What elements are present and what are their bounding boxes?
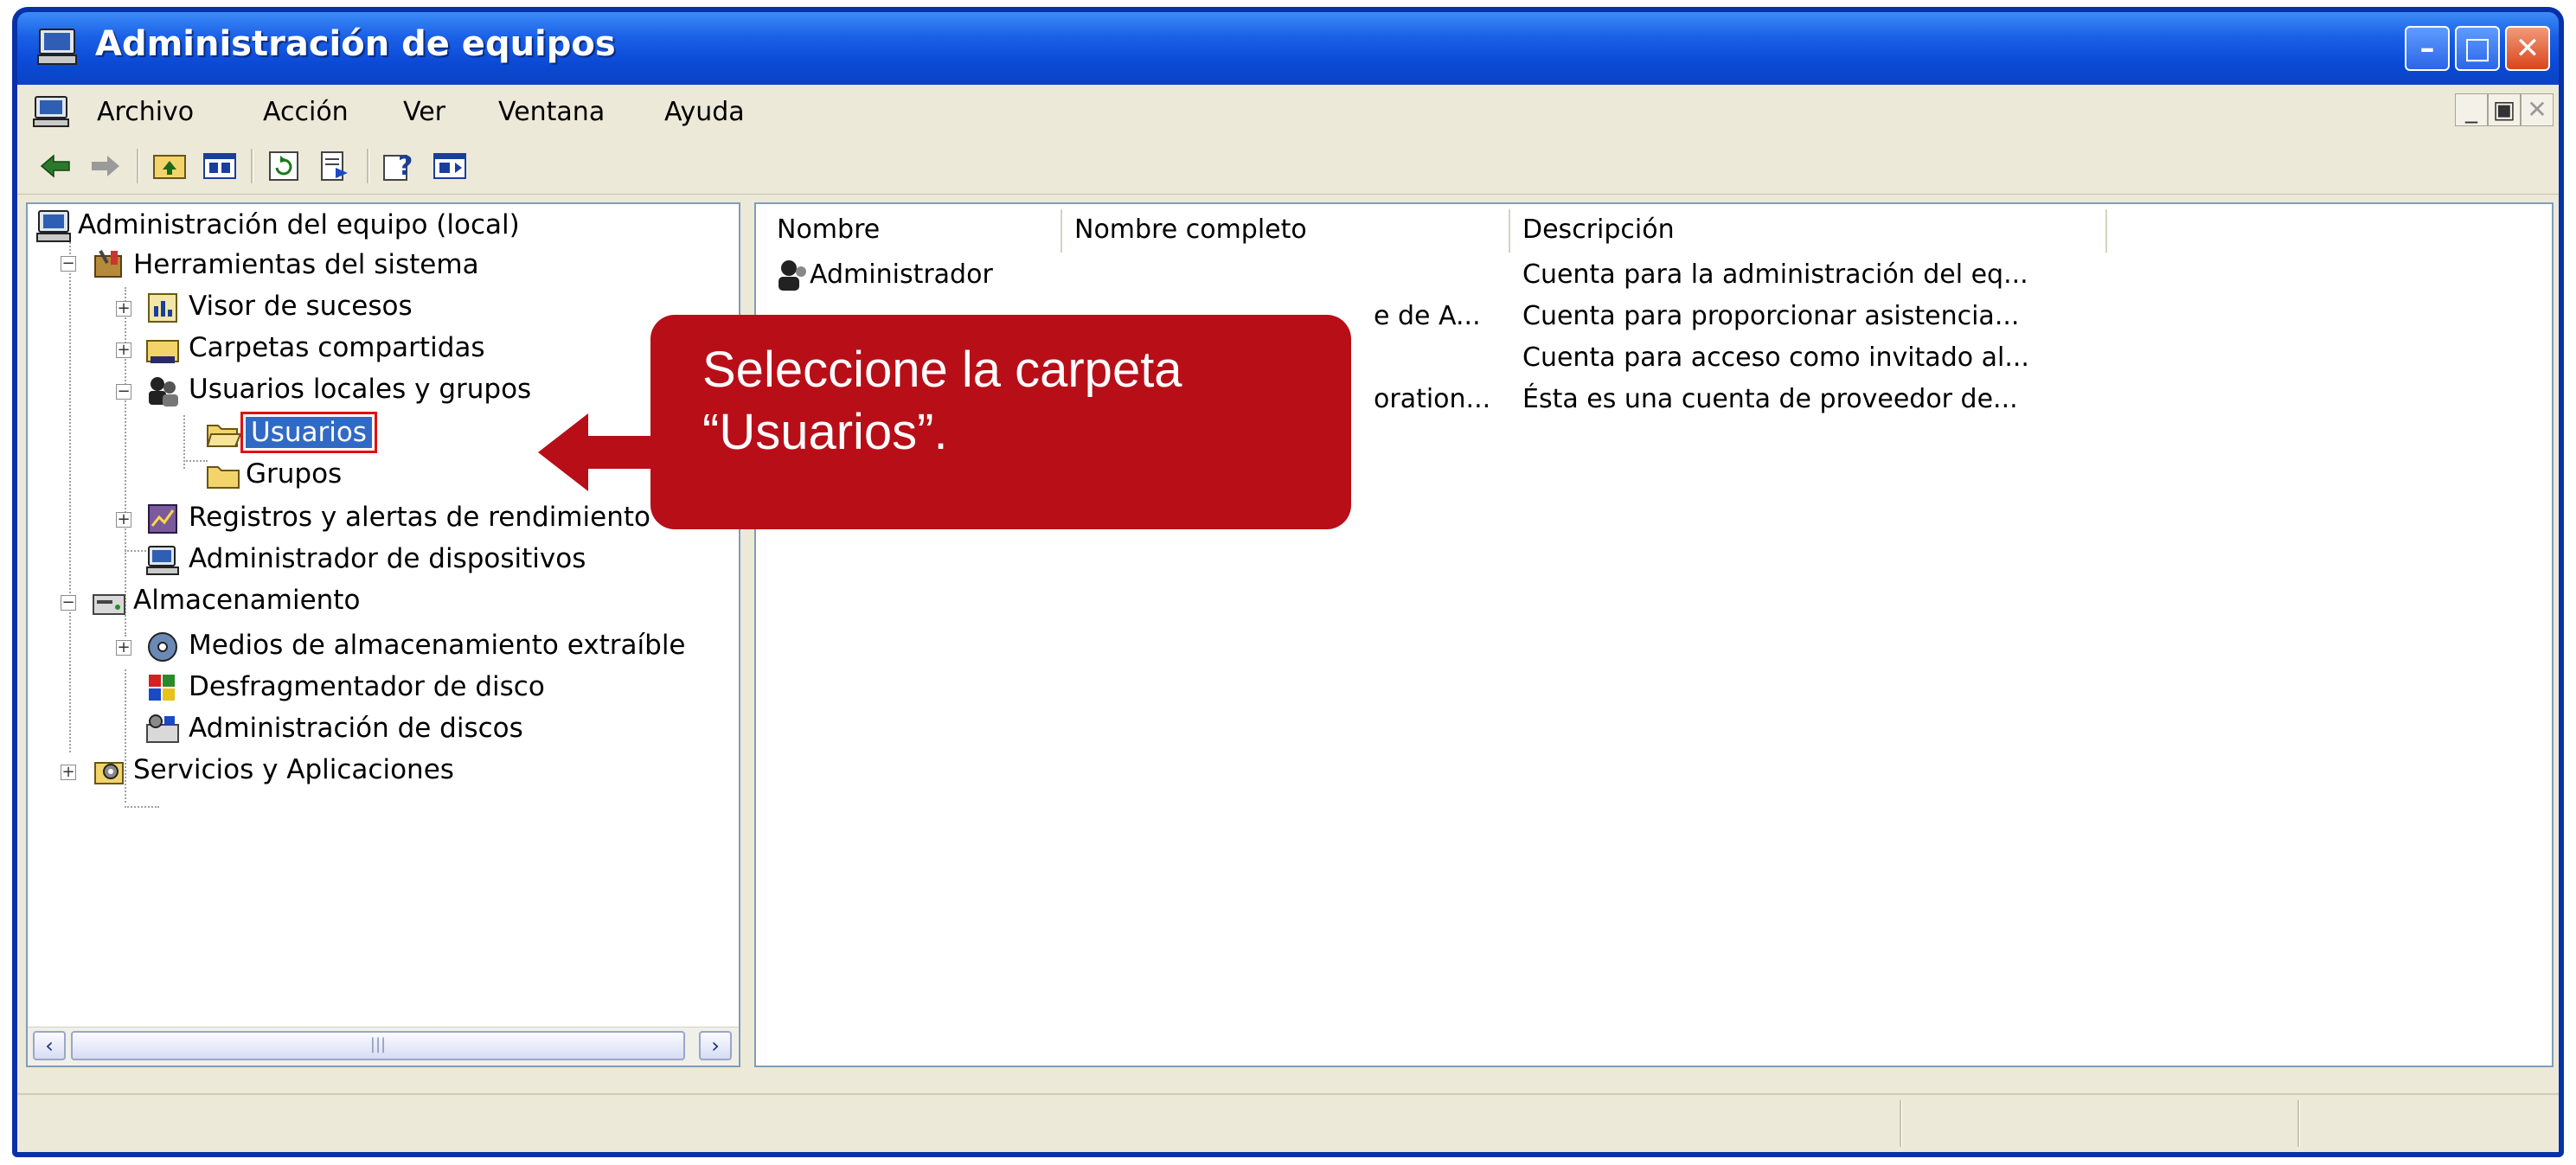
status-separator xyxy=(2297,1100,2300,1147)
scroll-left-button[interactable]: ‹ xyxy=(33,1031,66,1060)
device-manager-icon xyxy=(146,546,179,575)
computer-icon xyxy=(36,210,71,242)
open-folder-icon xyxy=(206,425,240,447)
tree-item-users[interactable]: Usuarios xyxy=(240,412,377,453)
computer-icon[interactable] xyxy=(33,95,69,128)
back-arrow-icon[interactable] xyxy=(38,149,73,183)
tree-item-shared-folders[interactable]: Carpetas compartidas xyxy=(189,332,485,363)
tree-connector xyxy=(125,806,159,808)
up-folder-icon[interactable] xyxy=(152,149,187,183)
list-item-name[interactable]: Administrador xyxy=(810,259,993,290)
forward-arrow-icon[interactable] xyxy=(88,149,123,183)
maximize-icon: □ xyxy=(2463,31,2492,66)
storage-icon xyxy=(93,594,125,615)
instruction-callout: Seleccione la carpeta “Usuarios”. xyxy=(650,315,1351,529)
toolbar-separator xyxy=(367,149,369,183)
mdi-restore-button[interactable]: ▣ xyxy=(2488,93,2521,126)
toolbar-separator xyxy=(251,149,253,183)
computer-management-window: Administración de equipos – □ ✕ Archivo … xyxy=(12,7,2564,1157)
column-header-nombre-completo[interactable]: Nombre completo xyxy=(1062,209,1510,253)
user-icon xyxy=(779,260,806,291)
help-icon[interactable]: ? xyxy=(382,149,417,183)
tree-item-disk-management[interactable]: Administración de discos xyxy=(189,713,523,744)
chevron-right-icon: › xyxy=(711,1034,720,1058)
status-separator xyxy=(1900,1100,1902,1147)
toolbar-separator xyxy=(137,149,139,183)
menu-ventana[interactable]: Ventana xyxy=(498,97,605,127)
collapse-toggle[interactable]: − xyxy=(61,256,76,272)
show-hide-tree-icon[interactable] xyxy=(202,149,237,183)
show-hide-action-pane-icon[interactable] xyxy=(433,149,467,183)
mdi-minimize-button[interactable]: _ xyxy=(2455,93,2488,126)
menu-ver[interactable]: Ver xyxy=(403,97,445,127)
maximize-button[interactable]: □ xyxy=(2455,26,2500,71)
tree-item-local-users-groups[interactable]: Usuarios locales y grupos xyxy=(189,374,531,405)
tree-connector xyxy=(69,242,71,752)
list-item-description: Cuenta para acceso como invitado al... xyxy=(1522,342,2029,373)
defragmenter-icon xyxy=(149,675,175,701)
console-tree[interactable]: Administración del equipo (local) − Herr… xyxy=(26,202,740,1067)
tools-icon xyxy=(94,250,122,278)
minimize-icon: – xyxy=(2419,31,2435,66)
title-bar[interactable]: Administración de equipos – □ ✕ xyxy=(17,12,2559,85)
tree-item-performance-logs[interactable]: Registros y alertas de rendimiento xyxy=(189,502,650,533)
close-icon: ✕ xyxy=(2515,31,2541,66)
expand-toggle[interactable]: + xyxy=(116,342,131,358)
list-item-description: Ésta es una cuenta de proveedor de... xyxy=(1522,384,2018,414)
column-header-descripcion[interactable]: Descripción xyxy=(1510,209,2107,253)
close-button[interactable]: ✕ xyxy=(2505,26,2550,71)
tree-item-system-tools[interactable]: Herramientas del sistema xyxy=(133,249,479,280)
list-item-description: Cuenta para la administración del eq... xyxy=(1522,259,2028,290)
window-title: Administración de equipos xyxy=(95,24,616,64)
callout-line-2: “Usuarios”. xyxy=(702,404,948,460)
refresh-icon[interactable] xyxy=(266,149,301,183)
tree-item-event-viewer[interactable]: Visor de sucesos xyxy=(189,291,413,322)
expand-toggle[interactable]: + xyxy=(116,301,131,317)
computer-icon xyxy=(37,29,77,65)
event-viewer-icon xyxy=(148,293,177,323)
users-icon xyxy=(149,377,178,406)
menu-ayuda[interactable]: Ayuda xyxy=(664,97,745,127)
callout-arrow-icon xyxy=(538,413,659,491)
client-area: Archivo Acción Ver Ventana Ayuda _ ▣ ✕ ?… xyxy=(17,85,2559,1152)
tree-item-device-manager[interactable]: Administrador de dispositivos xyxy=(189,543,586,574)
expand-toggle[interactable]: + xyxy=(61,765,76,780)
disk-management-icon xyxy=(146,714,179,743)
export-list-icon[interactable] xyxy=(317,149,351,183)
tree-item-users-label: Usuarios xyxy=(240,412,377,453)
collapse-toggle[interactable]: − xyxy=(116,384,131,400)
collapse-toggle[interactable]: − xyxy=(61,595,76,611)
performance-logs-icon xyxy=(148,504,177,534)
tree-item-storage[interactable]: Almacenamiento xyxy=(133,585,360,616)
minimize-button[interactable]: – xyxy=(2405,26,2450,71)
tree-item-services-apps[interactable]: Servicios y Aplicaciones xyxy=(133,754,454,785)
tree-connector xyxy=(183,460,208,462)
menu-bar: Archivo Acción Ver Ventana Ayuda _ ▣ ✕ xyxy=(17,85,2559,139)
folder-icon xyxy=(207,466,240,489)
list-item-description: Cuenta para proporcionar asistencia... xyxy=(1522,301,2020,331)
menu-archivo[interactable]: Archivo xyxy=(97,97,194,127)
tree-item-groups[interactable]: Grupos xyxy=(246,458,342,490)
scroll-thumb[interactable]: ||| xyxy=(71,1031,685,1060)
list-item-full-name: oration... xyxy=(1374,384,1491,414)
toolbar: ? xyxy=(17,138,2559,195)
scroll-right-button[interactable]: › xyxy=(699,1031,732,1060)
tree-item-root[interactable]: Administración del equipo (local) xyxy=(78,209,520,240)
tree-item-removable-storage[interactable]: Medios de almacenamiento extraíble xyxy=(189,630,686,661)
horizontal-scrollbar[interactable]: ‹ ||| › xyxy=(28,1027,739,1066)
list-item-full-name: e de A... xyxy=(1374,301,1481,331)
column-header-nombre[interactable]: Nombre xyxy=(765,209,1062,253)
svg-text:?: ? xyxy=(398,151,413,182)
services-apps-icon xyxy=(94,762,124,784)
expand-toggle[interactable]: + xyxy=(116,640,131,656)
tree-item-defragmenter[interactable]: Desfragmentador de disco xyxy=(189,671,545,702)
removable-storage-icon xyxy=(148,632,177,662)
callout-line-1: Seleccione la carpeta xyxy=(702,342,1182,398)
chevron-left-icon: ‹ xyxy=(45,1034,54,1058)
shared-folder-icon xyxy=(146,340,179,363)
expand-toggle[interactable]: + xyxy=(116,512,131,528)
status-bar xyxy=(17,1093,2559,1152)
menu-accion[interactable]: Acción xyxy=(263,97,349,127)
mdi-close-button[interactable]: ✕ xyxy=(2521,93,2554,126)
